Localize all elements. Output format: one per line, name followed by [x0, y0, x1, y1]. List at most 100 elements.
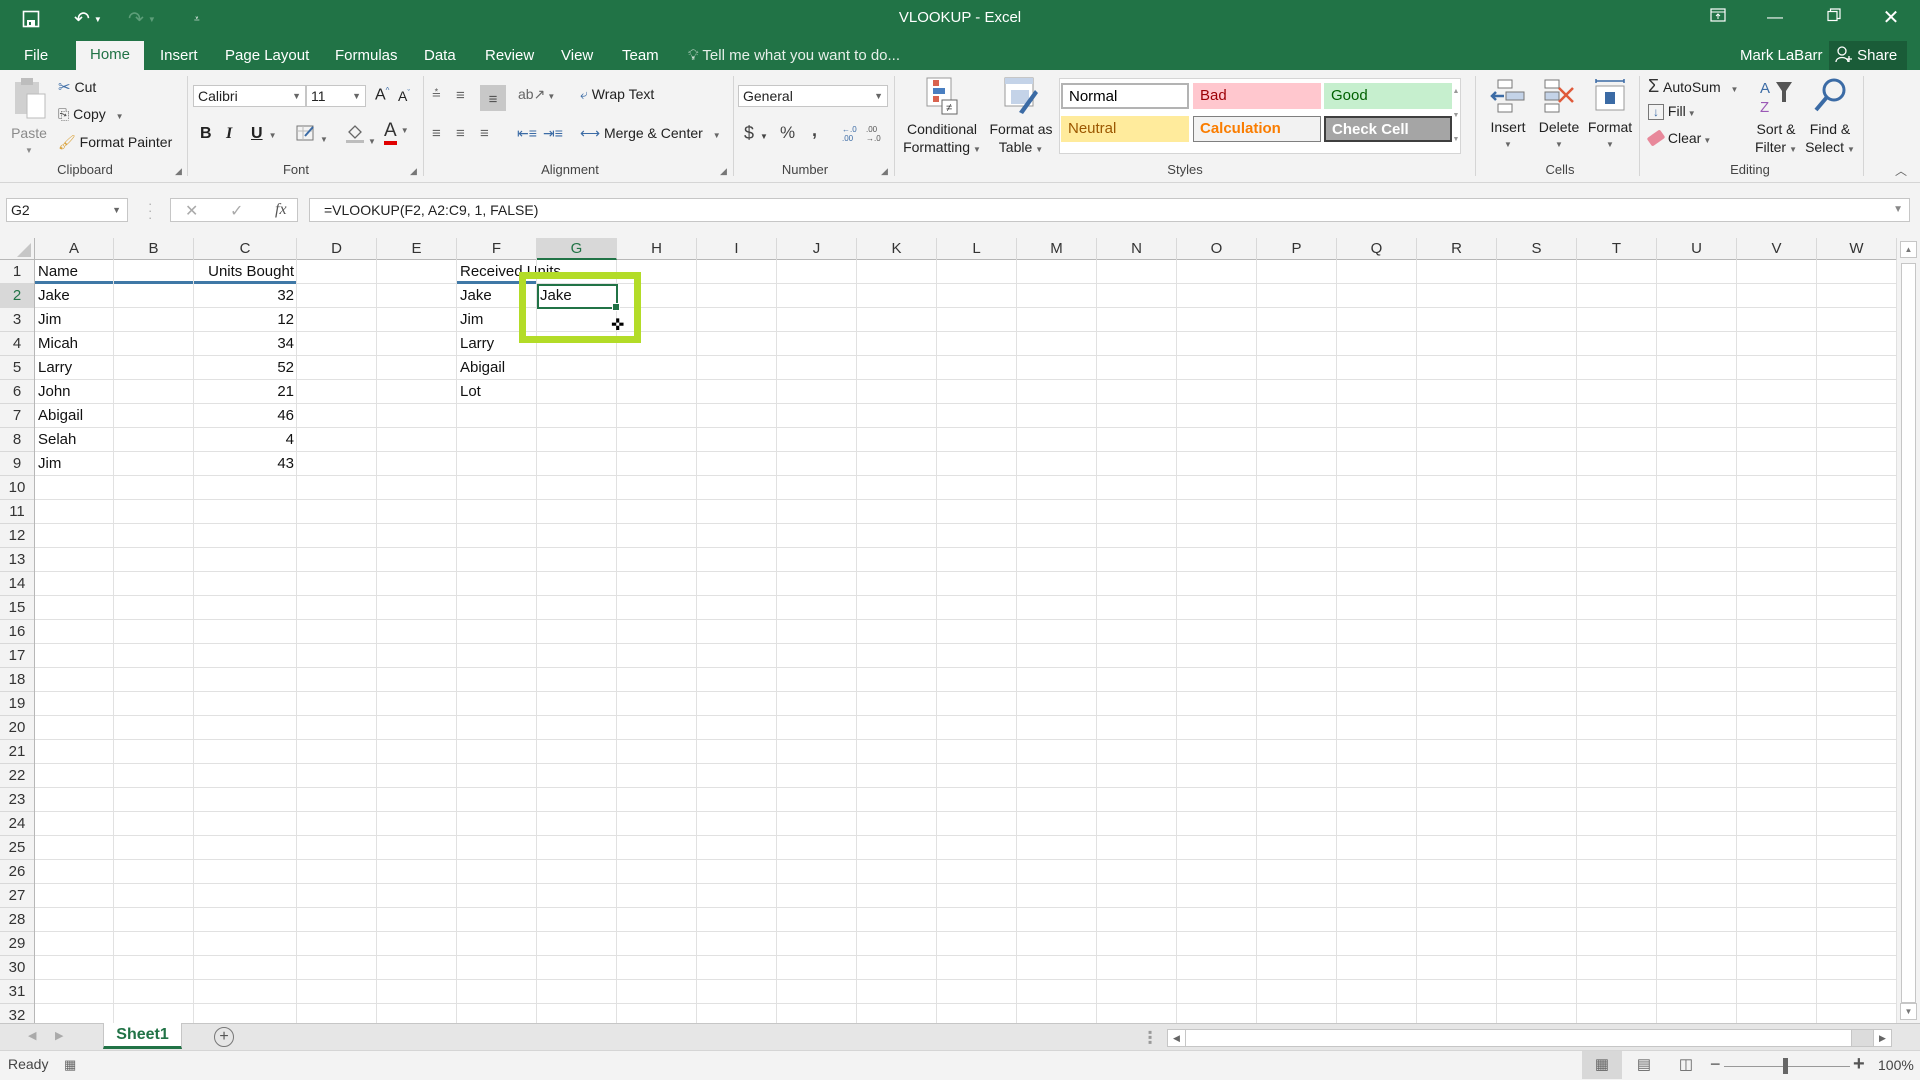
column-header-o[interactable]: O: [1177, 238, 1257, 260]
tab-home[interactable]: Home: [76, 41, 145, 70]
cell-c2[interactable]: 32: [194, 284, 297, 307]
cell-a9[interactable]: Jim: [35, 452, 114, 475]
alignment-launcher[interactable]: ◢: [720, 166, 727, 177]
wrap-text-button[interactable]: ⤶ Wrap Text: [580, 86, 654, 103]
column-header-k[interactable]: K: [857, 238, 937, 260]
font-size-combo[interactable]: 11 ▼: [306, 85, 366, 107]
format-cells-button[interactable]: Format ▼: [1584, 78, 1636, 154]
user-name[interactable]: Mark LaBarr: [1740, 42, 1823, 70]
row-header-3[interactable]: 3: [0, 308, 34, 332]
align-right-button[interactable]: ≡: [480, 125, 489, 142]
column-header-m[interactable]: M: [1017, 238, 1097, 260]
comma-button[interactable]: ,: [812, 120, 817, 141]
format-painter-button[interactable]: 🖌︎ Format Painter: [58, 134, 172, 151]
cell-c7[interactable]: 46: [194, 404, 297, 427]
zoom-slider-thumb[interactable]: [1783, 1058, 1788, 1074]
cell-c1[interactable]: Units Bought: [194, 260, 297, 283]
row-header-13[interactable]: 13: [0, 548, 34, 572]
percent-button[interactable]: %: [780, 123, 795, 143]
column-header-w[interactable]: W: [1817, 238, 1897, 260]
cell-a4[interactable]: Micah: [35, 332, 114, 355]
horizontal-scrollbar[interactable]: ◀ ▶: [1167, 1029, 1892, 1047]
row-header-2[interactable]: 2: [0, 284, 34, 308]
vertical-scroll-thumb[interactable]: [1901, 263, 1916, 1003]
tell-me-search[interactable]: 💡︎ Tell me what you want to do...: [688, 42, 900, 70]
bottom-align-button[interactable]: ≡: [480, 85, 506, 111]
copy-button[interactable]: ⎘ Copy ▼: [58, 106, 124, 123]
decrease-decimal-button[interactable]: .00 →.0: [866, 125, 881, 143]
macro-recording-icon[interactable]: ▦: [64, 1057, 76, 1073]
cell-a7[interactable]: Abigail: [35, 404, 114, 427]
scroll-right-button[interactable]: ▶: [1873, 1029, 1892, 1047]
cell-f5[interactable]: Abigail: [457, 356, 537, 379]
row-header-19[interactable]: 19: [0, 692, 34, 716]
column-header-b[interactable]: B: [114, 238, 194, 260]
sort-filter-button[interactable]: AZ Sort & Filter ▼: [1750, 76, 1802, 159]
row-header-27[interactable]: 27: [0, 884, 34, 908]
align-left-button[interactable]: ≡: [432, 125, 441, 142]
tab-team[interactable]: Team: [622, 42, 659, 70]
zoom-in-button[interactable]: +: [1853, 1053, 1865, 1076]
cell-a3[interactable]: Jim: [35, 308, 114, 331]
row-header-26[interactable]: 26: [0, 860, 34, 884]
merge-center-button[interactable]: ⟷ Merge & Center ▼: [580, 125, 721, 142]
column-header-v[interactable]: V: [1737, 238, 1817, 260]
gallery-scroll[interactable]: ▲ ▼ ▼: [1450, 80, 1462, 152]
column-header-f[interactable]: F: [457, 238, 537, 260]
row-header-14[interactable]: 14: [0, 572, 34, 596]
formula-input[interactable]: =VLOOKUP(F2, A2:C9, 1, FALSE) ▼: [309, 198, 1910, 222]
scroll-up-button[interactable]: ▲: [1900, 241, 1917, 258]
decrease-indent-button[interactable]: ⇤≡: [517, 125, 537, 142]
cells-area[interactable]: Name Units Bought Jake 32 Jim 12 Micah 34 Larr…: [35, 260, 1897, 1023]
insert-cells-button[interactable]: Insert ▼: [1484, 78, 1532, 154]
cell-c8[interactable]: 4: [194, 428, 297, 451]
column-header-q[interactable]: Q: [1337, 238, 1417, 260]
zoom-level[interactable]: 100%: [1878, 1057, 1914, 1073]
tab-file[interactable]: File: [24, 42, 48, 70]
cell-a5[interactable]: Larry: [35, 356, 114, 379]
column-header-c[interactable]: C: [194, 238, 297, 260]
cell-c5[interactable]: 52: [194, 356, 297, 379]
page-break-view-button[interactable]: ◫: [1666, 1051, 1706, 1079]
name-box[interactable]: G2 ▼: [6, 198, 128, 222]
column-header-d[interactable]: D: [297, 238, 377, 260]
cell-c6[interactable]: 21: [194, 380, 297, 403]
italic-button[interactable]: I: [226, 125, 232, 143]
decrease-font-button[interactable]: Aˇ: [398, 88, 410, 104]
horizontal-scroll-track[interactable]: [1852, 1030, 1874, 1046]
font-launcher[interactable]: ◢: [410, 166, 417, 177]
fill-color-button[interactable]: ▼: [344, 122, 376, 147]
column-header-a[interactable]: A: [35, 238, 114, 260]
zoom-out-button[interactable]: −: [1710, 1054, 1721, 1075]
row-header-18[interactable]: 18: [0, 668, 34, 692]
paste-button[interactable]: Paste ▼: [8, 76, 50, 160]
find-select-button[interactable]: Find & Select ▼: [1804, 76, 1856, 159]
cell-a6[interactable]: John: [35, 380, 114, 403]
confirm-entry-button[interactable]: ✓: [230, 201, 243, 221]
cell-c9[interactable]: 43: [194, 452, 297, 475]
share-button[interactable]: Share: [1829, 41, 1907, 70]
cut-button[interactable]: ✂ Cut: [58, 78, 96, 96]
insert-function-button[interactable]: fx: [275, 201, 287, 219]
column-header-u[interactable]: U: [1657, 238, 1737, 260]
row-header-7[interactable]: 7: [0, 404, 34, 428]
conditional-formatting-button[interactable]: ≠ Conditional Formatting ▼: [900, 76, 984, 159]
minimize-button[interactable]: —: [1752, 4, 1798, 32]
clipboard-launcher[interactable]: ◢: [175, 166, 182, 177]
scroll-down-button[interactable]: ▼: [1900, 1003, 1917, 1020]
column-header-g[interactable]: G: [537, 238, 617, 260]
tab-formulas[interactable]: Formulas: [335, 42, 398, 70]
number-launcher[interactable]: ◢: [881, 166, 888, 177]
prev-sheet-button[interactable]: ◀: [28, 1029, 36, 1042]
column-header-t[interactable]: T: [1577, 238, 1657, 260]
row-header-24[interactable]: 24: [0, 812, 34, 836]
tab-page-layout[interactable]: Page Layout: [225, 42, 309, 70]
row-header-1[interactable]: 1: [0, 260, 34, 284]
autosum-button[interactable]: Σ AutoSum ▼: [1648, 76, 1738, 97]
row-header-4[interactable]: 4: [0, 332, 34, 356]
style-normal[interactable]: Normal: [1061, 83, 1189, 109]
column-header-i[interactable]: I: [697, 238, 777, 260]
row-header-11[interactable]: 11: [0, 500, 34, 524]
style-neutral[interactable]: Neutral: [1061, 116, 1189, 142]
row-header-12[interactable]: 12: [0, 524, 34, 548]
